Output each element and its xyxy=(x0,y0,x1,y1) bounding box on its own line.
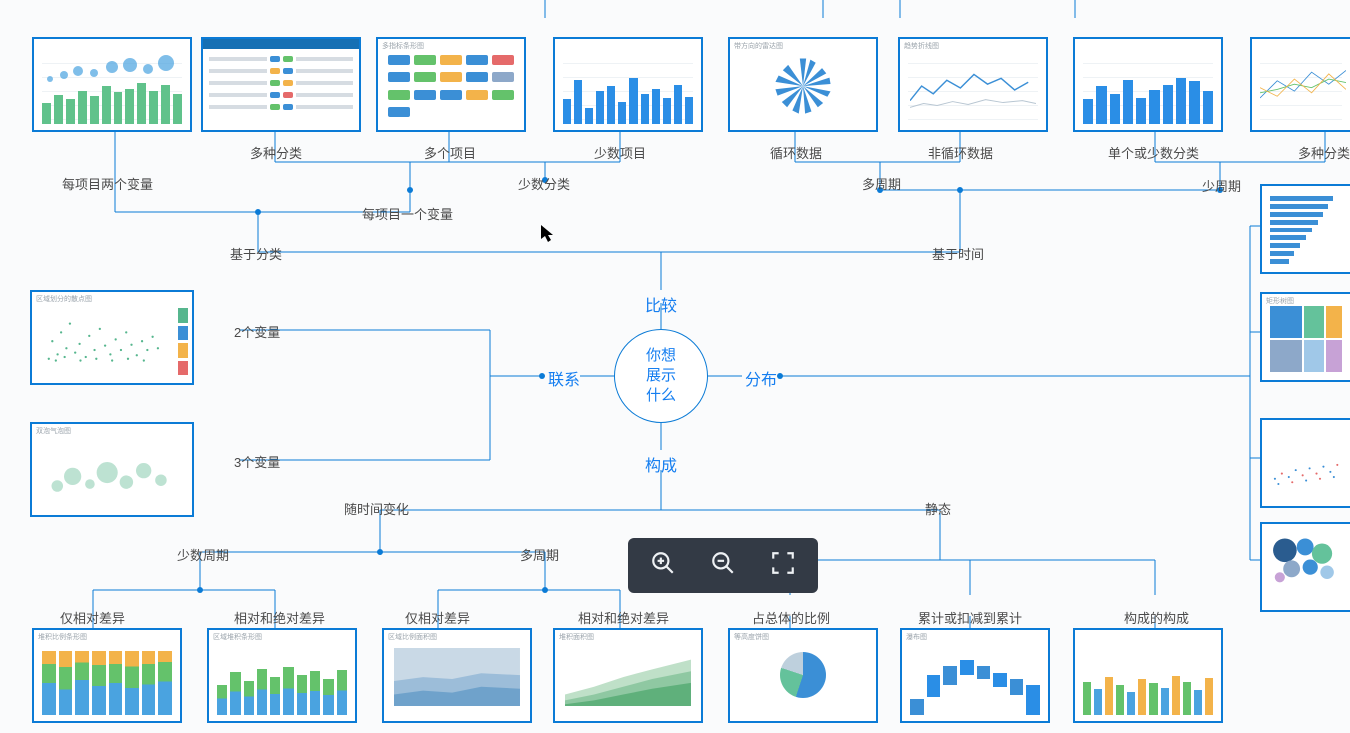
lbl-relonly1: 仅相对差异 xyxy=(60,608,125,627)
thumb-sorted-hbar[interactable] xyxy=(1260,184,1350,274)
tt4: 堆积面积图 xyxy=(559,632,594,642)
zoom-out-icon xyxy=(710,550,736,576)
center-label: 你想 展示 什么 xyxy=(646,346,676,406)
thumb-stacked-abs-bar[interactable]: 区域堆积条形图 xyxy=(207,628,357,723)
thumb-treemap[interactable]: 矩形树图 xyxy=(1260,292,1350,382)
thumb-bubble-bar[interactable] xyxy=(32,37,192,132)
thumb-few-items-column[interactable] xyxy=(553,37,703,132)
zoom-out-button[interactable] xyxy=(710,550,736,581)
tt3: 区域比例面积图 xyxy=(388,632,437,642)
lbl-multi-period: 多周期 xyxy=(862,174,901,193)
thumb-bubble[interactable]: 双泡气泡图 xyxy=(30,422,194,517)
thumb-scatter[interactable]: 区域划分的散点图 xyxy=(30,290,194,385)
center-node: 你想 展示 什么 xyxy=(614,329,708,423)
thumb-stacked-pct-bar[interactable]: 堆积比例条形图 xyxy=(32,628,182,723)
lbl-many-class-2: 多种分类 xyxy=(1298,143,1350,162)
thumb-line[interactable]: 趋势折线图 xyxy=(898,37,1048,132)
lbl-based-on-category: 基于分类 xyxy=(230,244,282,263)
branch-compare: 比较 xyxy=(645,292,677,316)
tt1: 堆积比例条形图 xyxy=(38,632,87,642)
branch-relate: 联系 xyxy=(548,366,580,390)
lbl-compcomp: 构成的构成 xyxy=(1124,608,1189,627)
lbl-3vars: 3个变量 xyxy=(234,452,280,471)
lbl-per-item-two: 每项目两个变量 xyxy=(62,174,153,193)
diagram-canvas: 你想 展示 什么 比较 联系 分布 构成 基于分类 基于时间 每项目两个变量 每… xyxy=(0,0,1350,733)
cursor-icon xyxy=(540,224,556,244)
tt6: 瀑布图 xyxy=(906,632,927,642)
thumb-packed-circles[interactable] xyxy=(1260,522,1350,612)
tt2: 区域堆积条形图 xyxy=(213,632,262,642)
thumb-area-abs[interactable]: 堆积面积图 xyxy=(553,628,703,723)
lbl-based-on-time: 基于时间 xyxy=(932,244,984,263)
lbl-relonly2: 仅相对差异 xyxy=(405,608,470,627)
thumb-title-line: 趋势折线图 xyxy=(904,41,939,51)
thumb-title-bubble: 双泡气泡图 xyxy=(36,426,71,436)
zoom-in-button[interactable] xyxy=(650,550,676,581)
tt5: 等高度饼图 xyxy=(734,632,769,642)
lbl-few-cats: 少数分类 xyxy=(518,174,570,193)
thumb-title: 多指标条形图 xyxy=(382,41,424,51)
lbl-fewper: 少数周期 xyxy=(177,545,229,564)
lbl-per-item-one: 每项目一个变量 xyxy=(362,204,453,223)
lbl-static: 静态 xyxy=(925,499,951,518)
lbl-many-items: 多个项目 xyxy=(424,143,476,162)
lbl-noncyclic: 非循环数据 xyxy=(928,143,993,162)
branch-distribute: 分布 xyxy=(745,366,777,390)
thumb-jitter[interactable] xyxy=(1260,418,1350,508)
branch-compose: 构成 xyxy=(645,452,677,476)
thumb-pie[interactable]: 等高度饼图 xyxy=(728,628,878,723)
lbl-cyclic: 循环数据 xyxy=(770,143,822,162)
thumb-multiline-cut[interactable] xyxy=(1250,37,1350,132)
zoom-in-icon xyxy=(650,550,676,576)
lbl-manyper: 多周期 xyxy=(520,545,559,564)
lbl-few-items: 少数项目 xyxy=(594,143,646,162)
thumb-radar[interactable]: 带方向的雷达图 xyxy=(728,37,878,132)
thumb-waterfall[interactable]: 瀑布图 xyxy=(900,628,1050,723)
thumb-area-pct[interactable]: 区域比例面积图 xyxy=(382,628,532,723)
lbl-2vars: 2个变量 xyxy=(234,322,280,341)
thumb-grouped-stacked[interactable] xyxy=(1073,628,1223,723)
thumb-title-scatter: 区域划分的散点图 xyxy=(36,294,92,304)
lbl-relabs1: 相对和绝对差异 xyxy=(234,608,325,627)
lbl-share: 占总体的比例 xyxy=(752,608,830,627)
lbl-few-period: 少周期 xyxy=(1202,176,1241,195)
fullscreen-button[interactable] xyxy=(770,550,796,581)
thumb-table-sparklines[interactable] xyxy=(201,37,361,132)
thumb-title-treemap: 矩形树图 xyxy=(1266,296,1294,306)
lbl-overtime: 随时间变化 xyxy=(344,499,409,518)
lbl-relabs2: 相对和绝对差异 xyxy=(578,608,669,627)
lbl-single-few: 单个或少数分类 xyxy=(1108,143,1199,162)
thumb-many-items[interactable]: 多指标条形图 xyxy=(376,37,526,132)
lbl-waterfall: 累计或扣减到累计 xyxy=(918,608,1022,627)
lbl-multi-class: 多种分类 xyxy=(250,143,302,162)
fullscreen-icon xyxy=(770,550,796,576)
thumb-single-few-column[interactable] xyxy=(1073,37,1223,132)
zoom-toolbar xyxy=(628,538,818,593)
